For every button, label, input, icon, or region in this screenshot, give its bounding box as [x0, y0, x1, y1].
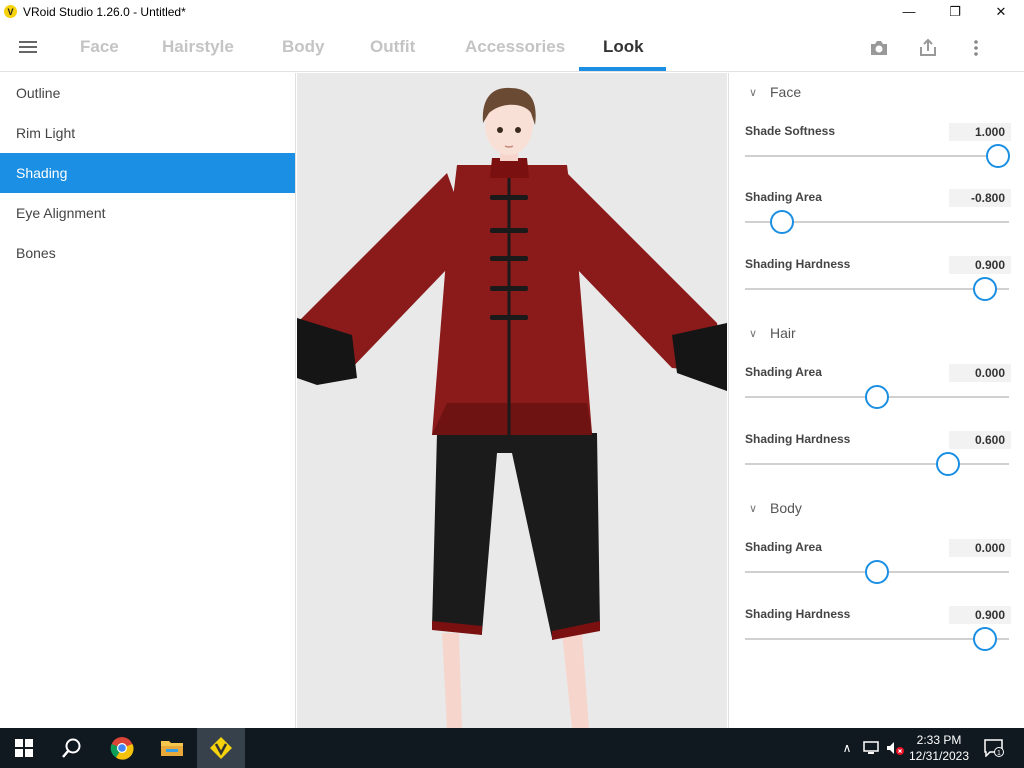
menu-icon[interactable] — [19, 41, 37, 53]
param-label: Shading Hardness — [745, 432, 851, 446]
section-body[interactable]: ∨ Body — [749, 500, 802, 516]
tab-outfit[interactable]: Outfit — [370, 37, 415, 57]
param-label: Shading Hardness — [745, 607, 851, 621]
avatar-model — [297, 87, 727, 728]
tab-face[interactable]: Face — [80, 37, 119, 57]
camera-icon[interactable] — [869, 38, 889, 58]
menu-item-eye-alignment[interactable]: Eye Alignment — [0, 193, 295, 233]
section-hair[interactable]: ∨ Hair — [749, 325, 796, 341]
section-title: Body — [770, 500, 802, 516]
section-title: Face — [770, 84, 802, 100]
chevron-down-icon: ∨ — [749, 502, 758, 515]
menu-item-bones[interactable]: Bones — [0, 233, 295, 273]
tab-look[interactable]: Look — [603, 37, 644, 57]
slider-thumb[interactable] — [986, 144, 1011, 168]
vroid-logo-icon: V — [4, 5, 17, 18]
slider-track[interactable] — [745, 463, 1009, 465]
slider-thumb[interactable] — [865, 560, 889, 584]
search-button[interactable] — [48, 728, 96, 768]
volume-muted-icon[interactable] — [884, 728, 906, 768]
maximize-button[interactable]: ❐ — [932, 0, 978, 23]
close-button[interactable]: ✕ — [978, 0, 1024, 23]
windows-taskbar: ∧ 2:33 PM 12/31/2023 1 — [0, 728, 1024, 768]
system-clock[interactable]: 2:33 PM 12/31/2023 — [904, 732, 974, 764]
tab-hairstyle[interactable]: Hairstyle — [162, 37, 234, 57]
param-value-input[interactable]: 1.000 — [949, 123, 1011, 141]
model-viewport[interactable] — [297, 73, 727, 728]
section-face[interactable]: ∨ Face — [749, 84, 801, 100]
slider-thumb[interactable] — [865, 385, 889, 409]
slider-thumb[interactable] — [936, 452, 961, 476]
chrome-icon — [110, 737, 134, 760]
menu-item-shading[interactable]: Shading — [0, 153, 295, 193]
windows-logo-icon — [15, 739, 33, 757]
taskbar-chrome[interactable] — [98, 728, 146, 768]
chevron-down-icon: ∨ — [749, 327, 758, 340]
active-tab-indicator — [579, 67, 666, 71]
window-controls: — ❐ ✕ — [886, 0, 1024, 23]
param-label: Shade Softness — [745, 124, 836, 138]
slider-thumb[interactable] — [973, 627, 998, 651]
menu-item-outline[interactable]: Outline — [0, 73, 295, 113]
taskbar-vroid-studio[interactable] — [197, 728, 245, 768]
clock-time: 2:33 PM — [916, 733, 962, 747]
notification-center-icon[interactable]: 1 — [980, 728, 1008, 768]
share-icon[interactable] — [918, 38, 938, 58]
param-label: Shading Area — [745, 365, 822, 379]
section-title: Hair — [770, 325, 796, 341]
more-vert-icon[interactable] — [966, 38, 986, 58]
shading-properties-panel: ∨ Face Shade Softness 1.000 Shading Area… — [728, 73, 1024, 728]
param-value-input[interactable]: 0.000 — [949, 539, 1011, 557]
slider-thumb[interactable] — [973, 277, 998, 301]
search-icon — [62, 738, 81, 758]
chevron-up-icon[interactable]: ∧ — [838, 728, 856, 768]
top-navigation: Face Hairstyle Body Outfit Accessories L… — [0, 23, 1024, 72]
slider-thumb[interactable] — [769, 210, 794, 234]
param-label: Shading Hardness — [745, 257, 851, 271]
taskbar-file-explorer[interactable] — [148, 728, 196, 768]
start-button[interactable] — [0, 728, 48, 768]
clock-date: 12/31/2023 — [908, 749, 970, 763]
tab-body[interactable]: Body — [282, 37, 325, 57]
param-value-input[interactable]: 0.900 — [949, 606, 1011, 624]
param-label: Shading Area — [745, 540, 822, 554]
notification-count: 1 — [997, 750, 1001, 757]
minimize-button[interactable]: — — [886, 0, 932, 23]
slider-track[interactable] — [745, 288, 1009, 290]
look-category-menu: Outline Rim Light Shading Eye Alignment … — [0, 73, 296, 728]
param-value-input[interactable]: 0.600 — [949, 431, 1011, 449]
slider-track[interactable] — [745, 638, 1009, 640]
chevron-down-icon: ∨ — [749, 86, 758, 99]
tab-accessories[interactable]: Accessories — [465, 37, 565, 57]
window-title: VRoid Studio 1.26.0 - Untitled* — [23, 4, 186, 19]
slider-track[interactable] — [745, 155, 1009, 157]
vroid-icon — [210, 737, 232, 759]
title-bar: V VRoid Studio 1.26.0 - Untitled* — ❐ ✕ — [0, 0, 1024, 23]
param-value-input[interactable]: -0.800 — [949, 189, 1011, 207]
param-value-input[interactable]: 0.000 — [949, 364, 1011, 382]
folder-icon — [161, 741, 183, 756]
param-value-input[interactable]: 0.900 — [949, 256, 1011, 274]
network-icon[interactable] — [860, 728, 882, 768]
menu-item-rim-light[interactable]: Rim Light — [0, 113, 295, 153]
param-label: Shading Area — [745, 190, 822, 204]
